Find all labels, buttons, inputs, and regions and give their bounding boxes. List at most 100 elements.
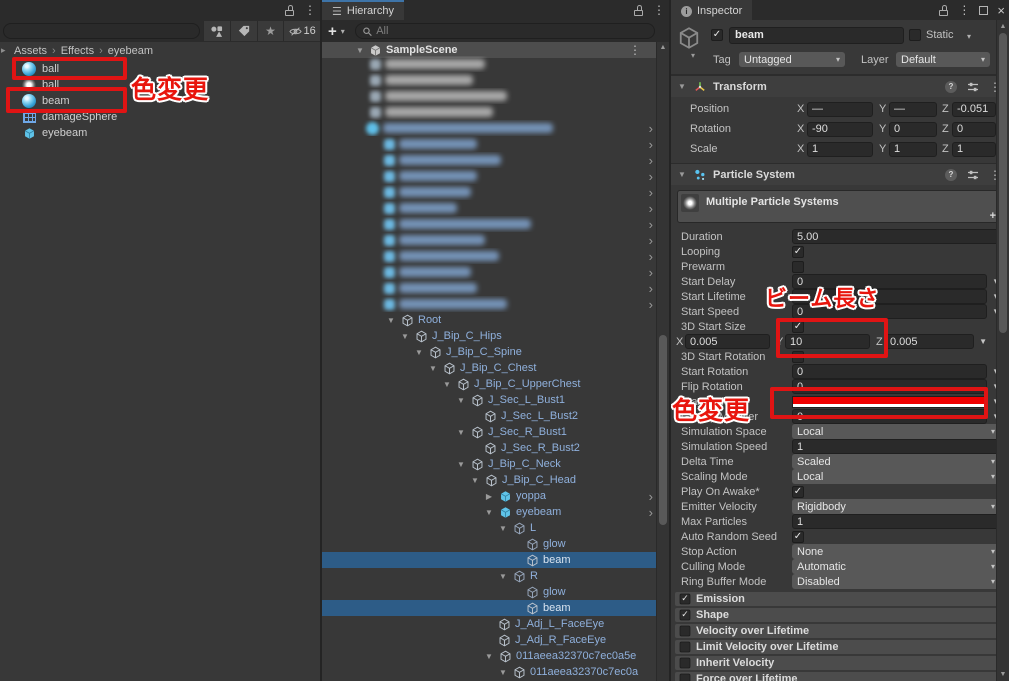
nav-arrow-icon[interactable]: › — [649, 201, 656, 216]
foldout-icon[interactable]: ▼ — [497, 524, 509, 533]
censored-row[interactable]: › — [322, 296, 656, 312]
hierarchy-row[interactable]: ▼J_Bip_C_UpperChest — [322, 376, 656, 392]
emitter-velocity-dropdown[interactable]: Rigidbody▾ — [792, 499, 1000, 514]
panel-menu-icon[interactable]: ⋮ — [304, 4, 316, 16]
scrollbar-thumb[interactable] — [659, 335, 667, 525]
foldout-icon[interactable]: ▼ — [427, 364, 439, 373]
nav-arrow-icon[interactable]: › — [649, 121, 656, 136]
help-icon[interactable]: ? — [945, 169, 957, 181]
hierarchy-row[interactable]: ▼011aeea32370c7ec0a5e — [322, 648, 656, 664]
hierarchy-row[interactable]: ▼J_Bip_C_Head — [322, 472, 656, 488]
gameobject-name-field[interactable]: beam — [729, 27, 904, 44]
scale-x-field[interactable]: 1 — [807, 142, 873, 157]
scaling-mode-dropdown[interactable]: Local▾ — [792, 469, 1000, 484]
censored-row[interactable]: › — [322, 168, 656, 184]
hierarchy-scrollbar[interactable]: ▲ — [656, 42, 669, 681]
scale-y-field[interactable]: 1 — [889, 142, 937, 157]
module-velocity-over-lifetime[interactable]: Velocity over Lifetime — [675, 624, 1000, 638]
panel-menu-icon[interactable]: ⋮ — [958, 4, 970, 16]
layer-dropdown[interactable]: Default▾ — [896, 52, 990, 67]
scrollbar-thumb[interactable] — [999, 33, 1007, 333]
size-x-field[interactable]: 0.005 — [685, 334, 770, 349]
foldout-icon[interactable]: ▼ — [385, 316, 397, 325]
position-z-field[interactable]: -0.051 — [952, 102, 996, 117]
collapse-arrow-icon[interactable]: ▸ — [1, 45, 6, 56]
censored-row[interactable]: › — [322, 200, 656, 216]
hierarchy-row-yoppa[interactable]: ▶yoppa› — [322, 488, 656, 504]
module-checkbox[interactable] — [680, 626, 691, 637]
hierarchy-row[interactable]: ▼J_Bip_C_Hips — [322, 328, 656, 344]
play-on-awake-checkbox[interactable] — [792, 486, 804, 498]
start-speed-field[interactable]: 0 — [792, 304, 987, 319]
tag-dropdown[interactable]: Untagged▾ — [739, 52, 845, 67]
rotation-z-field[interactable]: 0 — [952, 122, 996, 137]
foldout-icon[interactable]: ▼ — [677, 170, 687, 179]
hierarchy-row[interactable]: ▼J_Bip_C_Neck — [322, 456, 656, 472]
scroll-down-icon[interactable]: ▼ — [997, 671, 1009, 678]
foldout-icon[interactable]: ▼ — [469, 476, 481, 485]
particle-system-header[interactable]: ▼ Particle System ? ⋮ — [671, 163, 1009, 185]
static-checkbox[interactable] — [909, 29, 921, 41]
nav-arrow-icon[interactable]: › — [649, 505, 656, 520]
asset-damage-sphere[interactable]: damageSphere — [0, 109, 320, 125]
duration-field[interactable]: 5.00 — [792, 229, 1000, 244]
delta-time-dropdown[interactable]: Scaled▾ — [792, 454, 1000, 469]
asset-beam-material[interactable]: beam — [0, 93, 320, 109]
hierarchy-row[interactable]: J_Sec_R_Bust2 — [322, 440, 656, 456]
rotation-y-field[interactable]: 0 — [889, 122, 937, 137]
nav-arrow-icon[interactable]: › — [649, 281, 656, 296]
tab-hierarchy[interactable]: ☰ Hierarchy — [322, 0, 404, 20]
hierarchy-row[interactable]: ▼J_Sec_R_Bust1 — [322, 424, 656, 440]
prewarm-checkbox[interactable] — [792, 261, 804, 273]
module-force-over-lifetime[interactable]: Force over Lifetime — [675, 672, 1000, 681]
hierarchy-row[interactable]: glow — [322, 584, 656, 600]
3d-start-size-checkbox[interactable] — [792, 321, 804, 333]
foldout-icon[interactable]: ▼ — [497, 572, 509, 581]
ring-buffer-mode-dropdown[interactable]: Disabled▾ — [792, 574, 1000, 589]
breadcrumb-effects[interactable]: Effects — [61, 45, 94, 57]
censored-row[interactable]: › — [322, 248, 656, 264]
scroll-up-icon[interactable]: ▲ — [657, 44, 669, 51]
start-lifetime-field[interactable] — [792, 289, 987, 304]
tab-inspector[interactable]: i Inspector — [671, 0, 752, 20]
foldout-icon[interactable]: ▼ — [497, 668, 509, 677]
panel-menu-icon[interactable]: ⋮ — [653, 4, 665, 16]
censored-row[interactable]: › — [322, 232, 656, 248]
censored-row[interactable]: › — [322, 280, 656, 296]
foldout-icon[interactable]: ▶ — [483, 492, 495, 501]
foldout-icon[interactable]: ▼ — [483, 508, 495, 517]
gravity-modifier-field[interactable]: 0 — [792, 409, 987, 424]
max-particles-field[interactable]: 1 — [792, 514, 1000, 529]
position-y-field[interactable]: — — [889, 102, 937, 117]
hierarchy-row[interactable]: ▼J_Sec_L_Bust1 — [322, 392, 656, 408]
auto-random-seed-checkbox[interactable] — [792, 531, 804, 543]
hierarchy-search[interactable] — [355, 23, 655, 39]
nav-arrow-icon[interactable]: › — [649, 249, 656, 264]
hierarchy-search-input[interactable] — [376, 25, 648, 37]
lock-icon[interactable] — [939, 4, 949, 17]
module-inherit-velocity[interactable]: Inherit Velocity — [675, 656, 1000, 670]
gameobject-dropdown-icon[interactable]: ▾ — [691, 51, 695, 60]
foldout-icon[interactable]: ▼ — [455, 428, 467, 437]
censored-row[interactable]: › — [322, 184, 656, 200]
nav-arrow-icon[interactable]: › — [649, 185, 656, 200]
module-checkbox[interactable] — [680, 674, 691, 681]
hierarchy-row[interactable]: ▼L — [322, 520, 656, 536]
nav-arrow-icon[interactable]: › — [649, 153, 656, 168]
favorites-button[interactable]: ★ — [257, 21, 284, 41]
create-dropdown-icon[interactable]: ▾ — [341, 27, 345, 36]
hierarchy-row[interactable]: ▼011aeea32370c7ec0a — [322, 664, 656, 680]
filter-by-type-button[interactable] — [203, 21, 230, 41]
module-emission[interactable]: Emission — [675, 592, 1000, 606]
simulation-space-dropdown[interactable]: Local▾ — [792, 424, 1000, 439]
scene-menu-icon[interactable]: ⋮ — [629, 44, 641, 56]
inspector-scrollbar[interactable]: ▲ ▼ — [996, 20, 1009, 681]
foldout-icon[interactable]: ▼ — [355, 46, 365, 55]
nav-arrow-icon[interactable]: › — [649, 489, 656, 504]
size-z-field[interactable]: 0.005 — [885, 334, 974, 349]
hierarchy-row[interactable]: J_Adj_R_FaceEye — [322, 632, 656, 648]
nav-arrow-icon[interactable]: › — [649, 265, 656, 280]
foldout-icon[interactable]: ▼ — [455, 460, 467, 469]
presets-icon[interactable] — [967, 169, 979, 181]
module-checkbox[interactable] — [680, 658, 691, 669]
